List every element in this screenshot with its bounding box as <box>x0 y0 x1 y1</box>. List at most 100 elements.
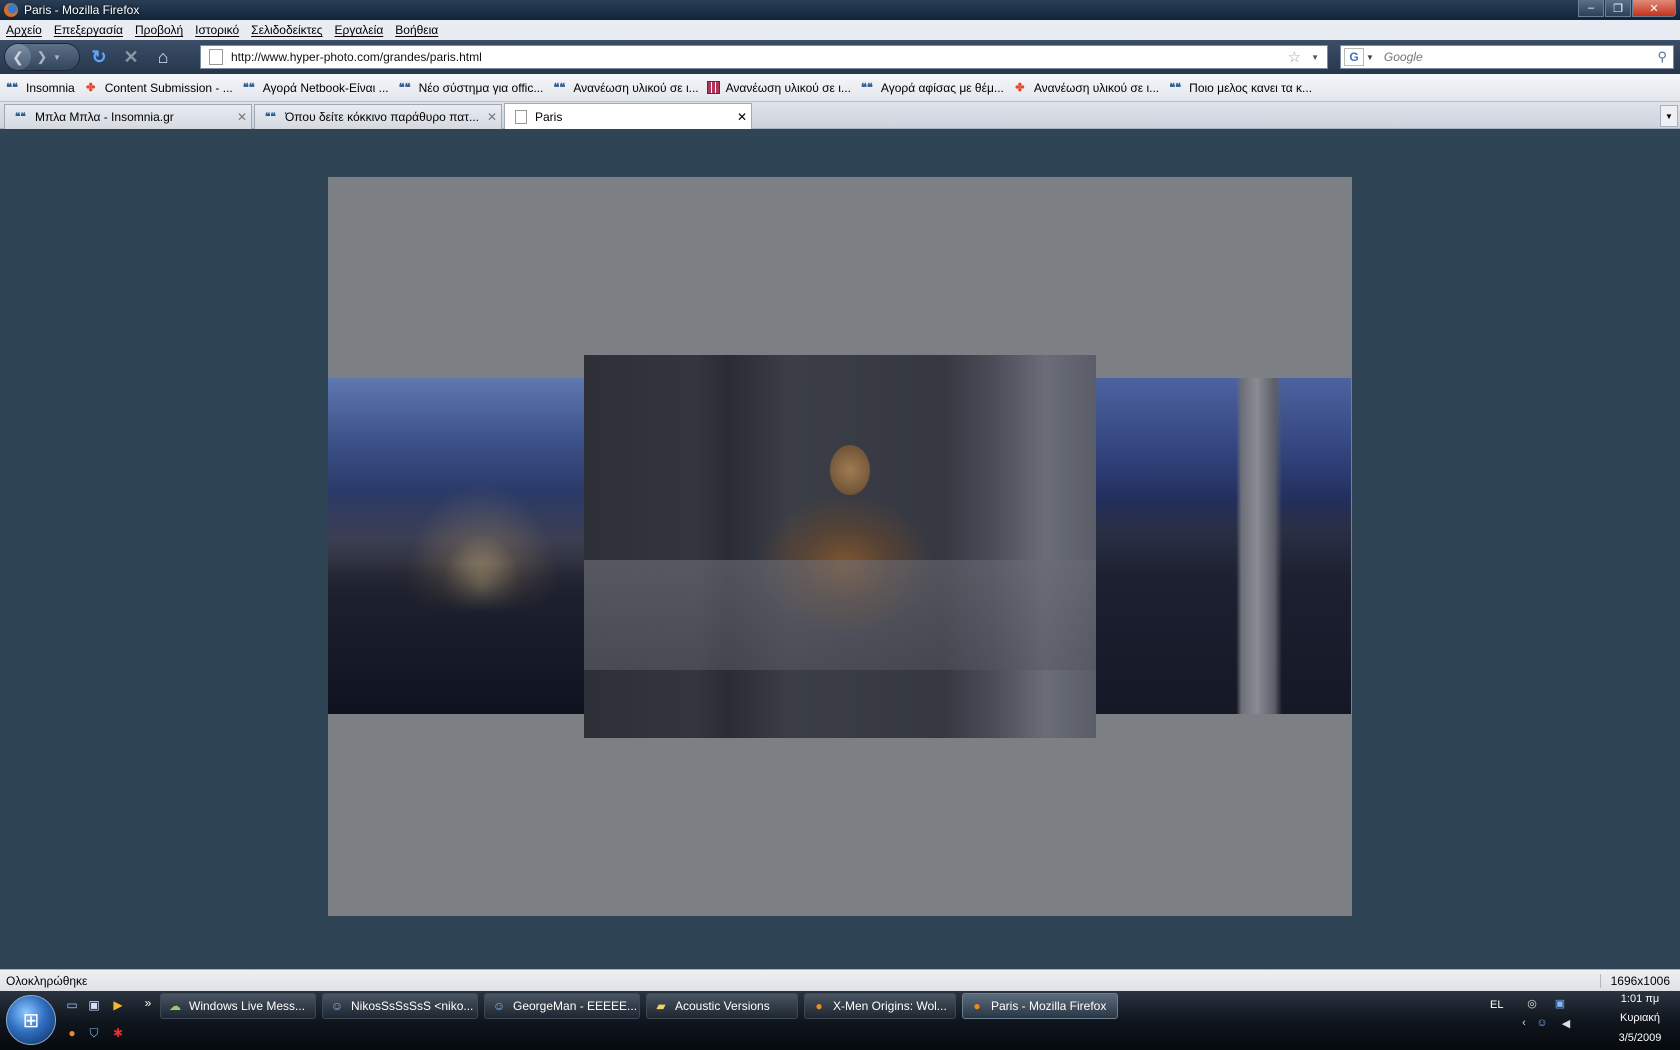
app-icon[interactable]: ✱ <box>110 1025 126 1041</box>
close-tab-icon[interactable]: ✕ <box>233 110 251 124</box>
taskbar-button-label: Acoustic Versions <box>675 999 770 1013</box>
search-input[interactable] <box>1383 50 1658 64</box>
bookmark-label: Ανανέωση υλικού σε ι... <box>1033 80 1160 95</box>
messenger-icon: ☁ <box>169 999 181 1013</box>
url-text[interactable]: http://www.hyper-photo.com/grandes/paris… <box>231 50 1288 64</box>
bookmark-item[interactable]: ✤ Ανανέωση υλικού σε ι... <box>1012 81 1159 95</box>
clock-day[interactable]: Κυριακή <box>1600 1012 1680 1024</box>
bookmark-item[interactable]: ❝❝ Insomnia <box>4 81 75 95</box>
volume-icon[interactable]: ◀ <box>1558 1015 1574 1031</box>
reload-icon[interactable]: ↻ <box>86 44 112 70</box>
show-hidden-icons-icon[interactable]: ‹ <box>1516 1015 1532 1031</box>
search-icon[interactable]: ⚲ <box>1657 49 1667 65</box>
paris-towers-night-photo[interactable] <box>1096 378 1351 714</box>
network-icon[interactable]: ▣ <box>1552 995 1568 1011</box>
status-text: Ολοκληρώθηκε <box>6 973 88 988</box>
bookmark-item[interactable]: ❝❝ Αγορά Netbook-Είναι ... <box>241 81 389 95</box>
close-tab-icon[interactable]: ✕ <box>733 110 751 124</box>
menu-view[interactable]: Προβολή <box>135 23 183 37</box>
show-desktop-icon[interactable]: ▭ <box>64 997 80 1013</box>
bookmark-item[interactable]: ❝❝ Νέο σύστημα για offic... <box>397 81 544 95</box>
clock-date[interactable]: 3/5/2009 <box>1600 1032 1680 1044</box>
menu-file[interactable]: Αρχείο <box>6 23 42 37</box>
man-figure <box>830 445 870 495</box>
insomnia-icon: ❝❝ <box>15 111 26 123</box>
menu-history[interactable]: Ιστορικό <box>195 23 239 37</box>
tab-strip: ❝❝ Μπλα Μπλα - Insomnia.gr ✕ ❝❝ Όπου δεί… <box>0 102 1680 130</box>
taskbar-button-label: Windows Live Mess... <box>189 999 306 1013</box>
switch-windows-icon[interactable]: ▣ <box>86 997 102 1013</box>
clock-time[interactable]: 1:01 πμ <box>1600 993 1680 1005</box>
minimize-button[interactable]: ‒ <box>1578 0 1604 17</box>
taskbar-button-chat-nikos[interactable]: ☺ NikosSsSsSsS <niko... <box>322 993 478 1019</box>
url-dropdown-icon[interactable]: ▼ <box>1311 53 1319 62</box>
menu-tools[interactable]: Εργαλεία <box>335 23 384 37</box>
bookmark-item[interactable]: ✤ Content Submission - ... <box>83 81 233 95</box>
firefox-icon: ● <box>815 999 823 1013</box>
insomnia-icon: ❝❝ <box>265 111 276 123</box>
insomnia-icon: ❝❝ <box>398 82 411 94</box>
close-window-button[interactable]: ✕ <box>1632 0 1676 17</box>
history-dropdown-icon[interactable]: ▼ <box>53 53 61 62</box>
search-engine-dropdown-icon[interactable]: ▼ <box>1366 53 1374 62</box>
back-button[interactable]: ❮ <box>5 44 31 70</box>
grid-icon <box>706 81 720 94</box>
menu-edit[interactable]: Επεξεργασία <box>54 23 123 37</box>
forward-button[interactable]: ❯ <box>31 49 53 65</box>
home-icon[interactable]: ⌂ <box>150 44 176 70</box>
bookmark-item[interactable]: Ανανέωση υλικού σε ι... <box>706 80 851 95</box>
taskbar-button-chat-george[interactable]: ☺ GeorgeMan - EEEEE... <box>484 993 640 1019</box>
taskbar-button-paris[interactable]: ● Paris - Mozilla Firefox <box>962 993 1118 1019</box>
maximize-button[interactable]: ❐ <box>1605 0 1631 17</box>
bookmarks-toolbar: ❝❝ Insomnia ✤ Content Submission - ... ❝… <box>0 74 1680 102</box>
close-tab-icon[interactable]: ✕ <box>483 110 501 124</box>
search-bar[interactable]: G ▼ ⚲ <box>1340 45 1674 69</box>
tab-insomnia[interactable]: ❝❝ Μπλα Μπλα - Insomnia.gr ✕ <box>4 104 252 129</box>
messenger-tray-icon[interactable]: ☺ <box>1534 1015 1550 1031</box>
page-icon <box>209 49 223 65</box>
joomla-icon: ✤ <box>1015 82 1025 94</box>
taskbar-button-xmen[interactable]: ● X-Men Origins: Wol... <box>804 993 956 1019</box>
tray-app-icon[interactable]: ◎ <box>1524 995 1540 1011</box>
status-bar: Ολοκληρώθηκε 1696x1006 <box>0 969 1680 991</box>
joomla-icon: ✤ <box>86 82 96 94</box>
bookmark-label: Content Submission - ... <box>104 80 233 95</box>
media-player-icon[interactable]: ▶ <box>110 997 126 1013</box>
menu-bar: Αρχείο Επεξεργασία Προβολή Ιστορικό Σελι… <box>0 20 1680 40</box>
bookmark-label: Νέο σύστημα για offic... <box>418 80 544 95</box>
menu-bookmarks[interactable]: Σελιδοδείκτες <box>251 23 322 37</box>
address-bar[interactable]: http://www.hyper-photo.com/grandes/paris… <box>200 45 1328 69</box>
bookmark-label: Αγορά Netbook-Είναι ... <box>262 80 389 95</box>
bookmark-label: Ανανέωση υλικού σε ι... <box>573 80 699 95</box>
taskbar-button-messenger[interactable]: ☁ Windows Live Mess... <box>160 993 316 1019</box>
paris-night-skyline-photo[interactable] <box>328 378 584 714</box>
firefox-icon <box>4 3 18 17</box>
page-icon <box>515 110 527 124</box>
language-indicator[interactable]: EL <box>1490 999 1503 1011</box>
quicklaunch-more-icon[interactable]: » <box>140 995 156 1011</box>
bookmark-label: Ανανέωση υλικού σε ι... <box>725 80 851 95</box>
bookmark-item[interactable]: ❝❝ Ποιο μελος κανει τα κ... <box>1167 81 1312 95</box>
insomnia-icon: ❝❝ <box>242 82 255 94</box>
stop-icon[interactable]: ✕ <box>118 44 144 70</box>
tab-list-dropdown-icon[interactable]: ▼ <box>1660 105 1678 127</box>
messenger-chat-icon: ☺ <box>492 999 506 1013</box>
window-controls: ‒ ❐ ✕ <box>1578 0 1676 17</box>
tab-paris[interactable]: Paris ✕ <box>504 103 752 130</box>
system-tray: EL ◎ ▣ ‹ ☺ ◀ 1:01 πμ Κυριακή 3/5/2009 <box>1480 991 1680 1050</box>
start-button[interactable]: ⊞ <box>6 995 56 1045</box>
firefox-icon[interactable]: ● <box>64 1025 80 1041</box>
menu-help[interactable]: Βοήθεια <box>395 23 438 37</box>
window-dimensions: 1696x1006 <box>1599 973 1680 988</box>
shield-icon[interactable]: ⛉ <box>86 1025 102 1041</box>
search-engine-icon[interactable]: G <box>1344 48 1364 66</box>
bookmark-star-icon[interactable]: ☆ <box>1288 48 1301 66</box>
taskbar-button-label: GeorgeMan - EEEEE... <box>513 999 638 1013</box>
window-man-photo[interactable] <box>584 355 1096 738</box>
title-bar: Paris - Mozilla Firefox ‒ ❐ ✕ <box>0 0 1680 20</box>
taskbar-button-folder[interactable]: ▰ Acoustic Versions <box>646 993 798 1019</box>
bookmark-item[interactable]: ❝❝ Ανανέωση υλικού σε ι... <box>551 81 698 95</box>
tab-red-window[interactable]: ❝❝ Όπου δείτε κόκκινο παράθυρο πατ... ✕ <box>254 104 502 129</box>
bookmark-label: Ποιο μελος κανει τα κ... <box>1189 80 1313 95</box>
bookmark-item[interactable]: ❝❝ Αγορά αφίσας με θέμ... <box>859 81 1004 95</box>
